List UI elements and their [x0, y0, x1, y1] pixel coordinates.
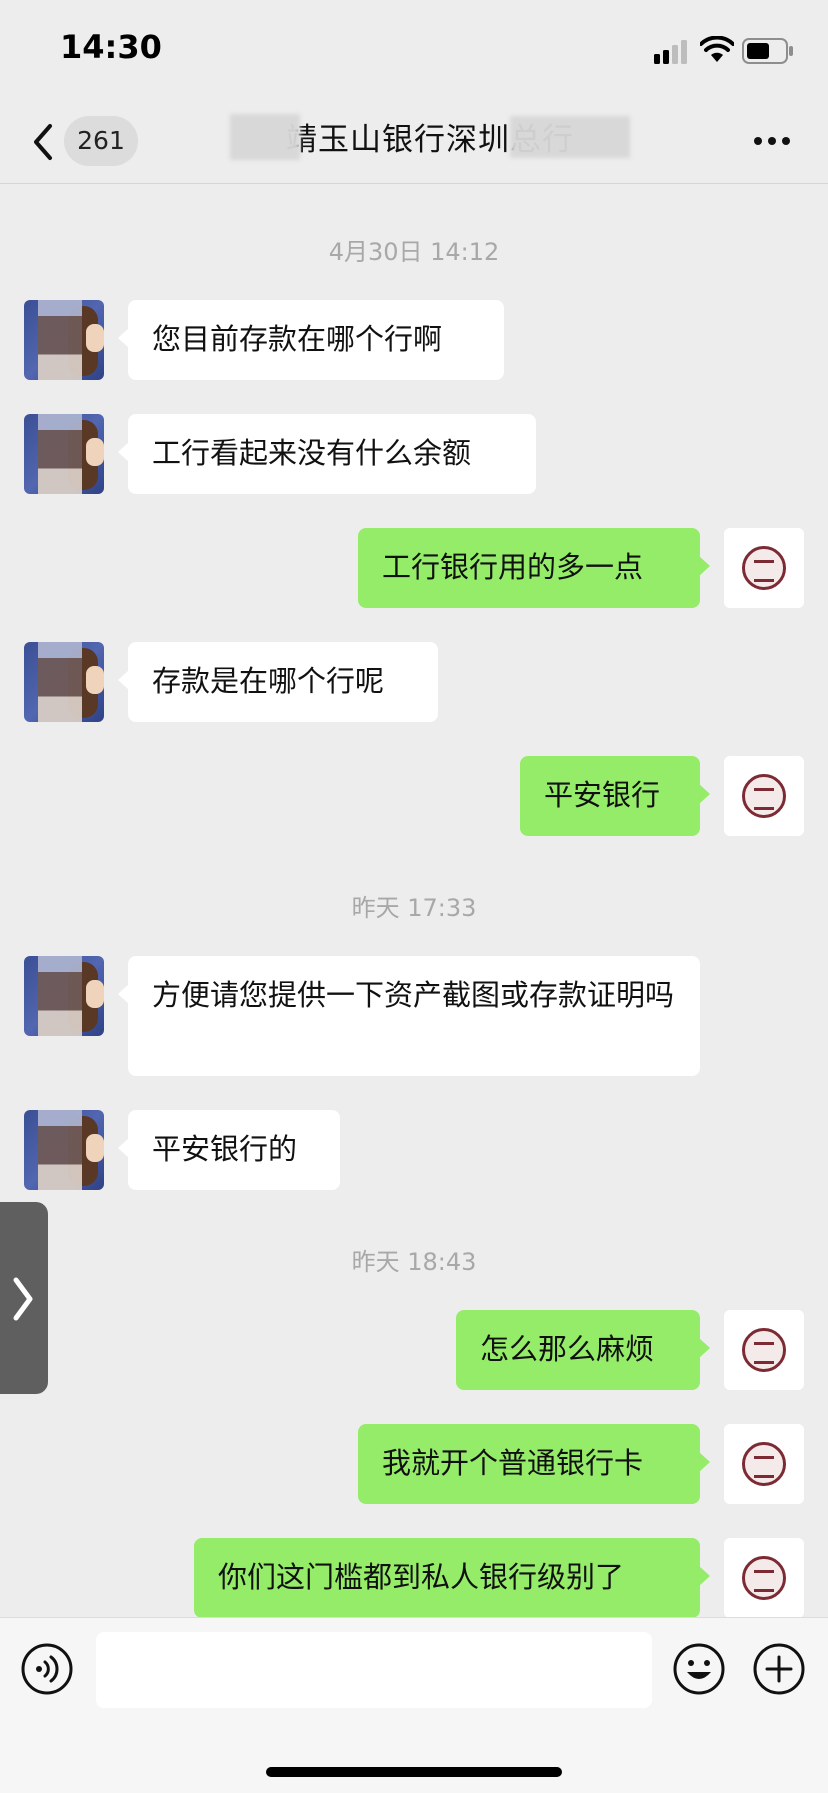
self-avatar[interactable] [724, 1538, 804, 1618]
incoming-message-bubble[interactable]: 平安银行的 [118, 1110, 340, 1190]
battery-icon [742, 38, 793, 64]
message-input[interactable] [96, 1632, 652, 1708]
status-bar: 14:30 [0, 0, 828, 100]
contact-avatar[interactable] [24, 300, 104, 380]
seal-icon [742, 1328, 786, 1372]
self-avatar[interactable] [724, 528, 804, 608]
incoming-message-bubble[interactable]: 存款是在哪个行呢 [118, 642, 438, 722]
seal-icon [742, 546, 786, 590]
self-avatar[interactable] [724, 756, 804, 836]
outgoing-message-bubble[interactable]: 你们这门槛都到私人银行级别了 [194, 1538, 710, 1618]
message-input-bar [0, 1617, 828, 1793]
outgoing-message-bubble[interactable]: 工行银行用的多一点 [358, 528, 710, 608]
contact-avatar[interactable] [24, 642, 104, 722]
outgoing-message-bubble[interactable]: 平安银行 [520, 756, 710, 836]
contact-avatar[interactable] [24, 956, 104, 1036]
voice-input-icon[interactable] [20, 1642, 74, 1696]
unread-count-badge[interactable]: 261 [64, 116, 138, 166]
back-icon[interactable] [28, 122, 58, 162]
plus-icon[interactable] [752, 1642, 806, 1696]
message-timestamp: 昨天 17:33 [351, 894, 477, 922]
chevron-right-icon [13, 1277, 33, 1321]
more-options-icon[interactable] [752, 134, 792, 148]
title-redaction-left [230, 114, 300, 160]
wifi-icon [700, 36, 734, 62]
title-redaction-right [510, 116, 630, 158]
contact-avatar[interactable] [24, 1110, 104, 1190]
incoming-message-bubble[interactable]: 工行看起来没有什么余额 [118, 414, 536, 494]
outgoing-message-bubble[interactable]: 我就开个普通银行卡 [358, 1424, 710, 1504]
status-time: 14:30 [60, 28, 162, 66]
seal-icon [742, 1556, 786, 1600]
home-indicator [266, 1767, 562, 1777]
emoji-icon[interactable] [672, 1642, 726, 1696]
seal-icon [742, 1442, 786, 1486]
self-avatar[interactable] [724, 1424, 804, 1504]
incoming-message-bubble[interactable]: 方便请您提供一下资产截图或存款证明吗 [118, 956, 700, 1076]
floating-window-handle[interactable] [0, 1202, 48, 1394]
seal-icon [742, 774, 786, 818]
message-timestamp: 4月30日 14:12 [328, 238, 500, 266]
chat-header: 261 靖玉山银行深圳总行 [0, 100, 828, 184]
incoming-message-bubble[interactable]: 您目前存款在哪个行啊 [118, 300, 504, 380]
message-timestamp: 昨天 18:43 [351, 1248, 477, 1276]
contact-avatar[interactable] [24, 414, 104, 494]
outgoing-message-bubble[interactable]: 怎么那么麻烦 [456, 1310, 710, 1390]
self-avatar[interactable] [724, 1310, 804, 1390]
signal-icon [654, 40, 687, 64]
chat-title-area: 靖玉山银行深圳总行 [230, 114, 630, 166]
